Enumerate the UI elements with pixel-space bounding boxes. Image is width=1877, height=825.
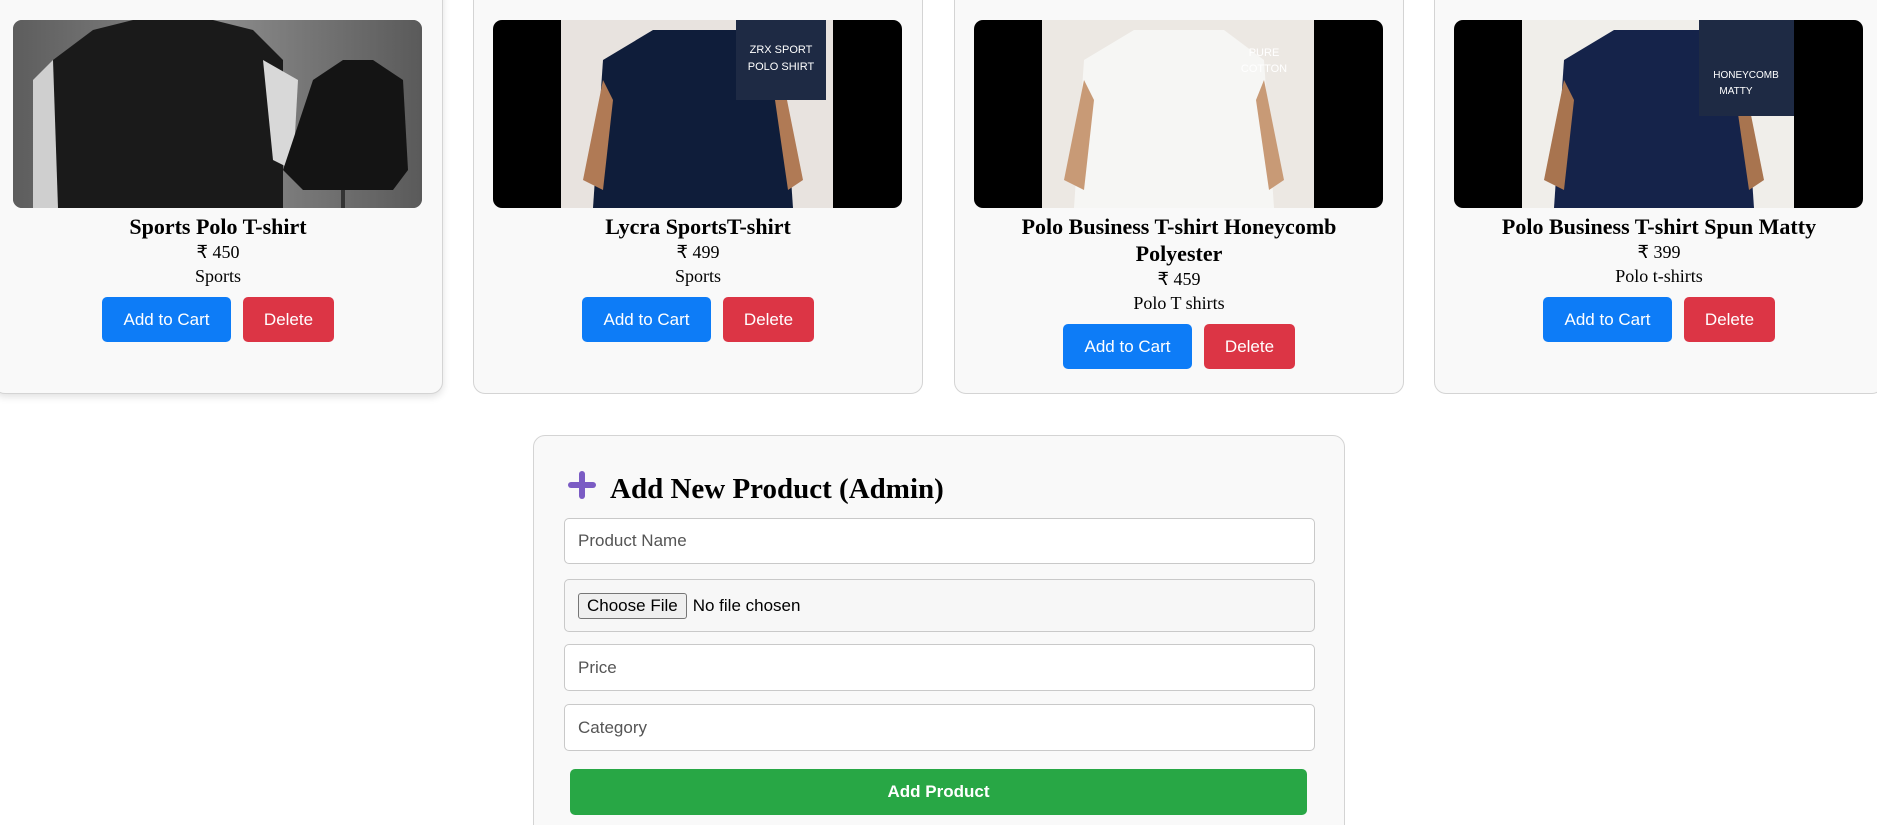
delete-button[interactable]: Delete bbox=[723, 297, 814, 342]
product-card: PURE COTTON Polo Business T-shirt Honeyc… bbox=[954, 0, 1404, 394]
product-name: Sports Polo T-shirt bbox=[129, 214, 307, 239]
choose-file-button[interactable]: Choose File bbox=[578, 592, 687, 619]
file-input[interactable]: Choose File No file chosen bbox=[564, 579, 1315, 632]
price-input[interactable]: Price bbox=[564, 644, 1315, 691]
file-status: No file chosen bbox=[692, 595, 801, 615]
form-header: Add New Product (Admin) bbox=[566, 469, 944, 509]
image-tag-line: ZRX SPORT bbox=[750, 44, 813, 56]
product-category: Polo t-shirts bbox=[1615, 266, 1703, 286]
form-title: Add New Product (Admin) bbox=[610, 472, 944, 505]
delete-button[interactable]: Delete bbox=[1204, 324, 1295, 369]
product-category: Sports bbox=[194, 266, 241, 286]
plus-icon bbox=[566, 469, 598, 509]
product-card: Sports Polo T-shirt ₹ 450 Sports Add to … bbox=[0, 0, 443, 394]
delete-button[interactable]: Delete bbox=[243, 297, 334, 342]
product-card: ZRX SPORT POLO SHIRT Lycra SportsT-shirt… bbox=[473, 0, 923, 394]
product-image: PURE COTTON bbox=[974, 20, 1383, 208]
product-category: Sports bbox=[674, 266, 721, 286]
image-tag-line: COTTON bbox=[1241, 63, 1287, 75]
product-price: ₹ 399 bbox=[1637, 242, 1681, 262]
product-price: ₹ 499 bbox=[676, 242, 720, 262]
product-image: ZRX SPORT POLO SHIRT bbox=[493, 20, 902, 208]
product-image: HONEYCOMB MATTY bbox=[1454, 20, 1863, 208]
add-product-form: Add New Product (Admin) Product Name Cho… bbox=[533, 435, 1345, 825]
image-tag-line: HONEYCOMB bbox=[1713, 70, 1779, 81]
product-category: Polo T shirts bbox=[1133, 293, 1225, 313]
product-price: ₹ 450 bbox=[196, 242, 240, 262]
image-tag-line: POLO SHIRT bbox=[748, 61, 815, 73]
product-name: Polo Business T-shirt Spun Matty bbox=[1501, 214, 1817, 239]
image-tag-line: PURE bbox=[1249, 47, 1280, 59]
add-to-cart-button[interactable]: Add to Cart bbox=[1543, 297, 1672, 342]
add-to-cart-button[interactable]: Add to Cart bbox=[582, 297, 711, 342]
product-name: Polo Business T-shirt Honeycomb Polyeste… bbox=[1021, 214, 1337, 266]
product-card: HONEYCOMB MATTY Polo Business T-shirt Sp… bbox=[1434, 0, 1877, 394]
product-price: ₹ 459 bbox=[1157, 269, 1201, 289]
delete-button[interactable]: Delete bbox=[1684, 297, 1775, 342]
add-to-cart-button[interactable]: Add to Cart bbox=[1063, 324, 1192, 369]
category-input[interactable]: Category bbox=[564, 704, 1315, 751]
image-tag-line: MATTY bbox=[1719, 86, 1752, 97]
product-name-input[interactable]: Product Name bbox=[564, 518, 1315, 564]
add-product-button[interactable]: Add Product bbox=[570, 769, 1307, 815]
add-to-cart-button[interactable]: Add to Cart bbox=[102, 297, 231, 342]
product-name: Lycra SportsT-shirt bbox=[605, 214, 791, 239]
product-image bbox=[13, 20, 422, 208]
